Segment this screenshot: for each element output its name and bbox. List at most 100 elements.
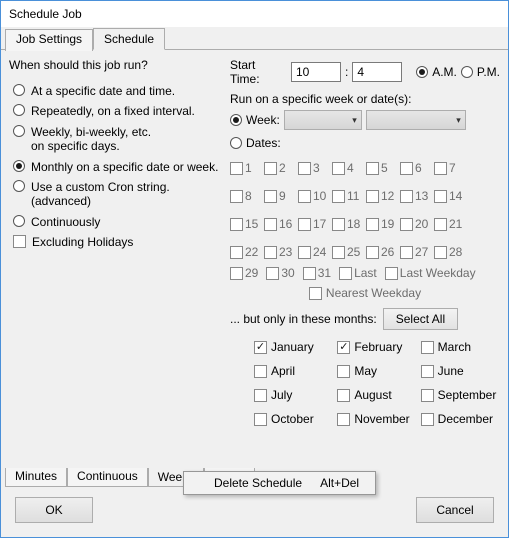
date-15[interactable]: 15 [230, 212, 264, 236]
date-29[interactable]: 29 [230, 266, 258, 280]
months-prefix: ... but only in these months: [230, 312, 377, 326]
checkbox-icon [366, 162, 379, 175]
dates-radio[interactable] [230, 137, 242, 149]
date-26[interactable]: 26 [366, 240, 400, 264]
start-hour-input[interactable] [291, 62, 341, 82]
option-weekly-label: Weekly, bi-weekly, etc. on specific days… [31, 125, 151, 154]
menu-delete-schedule[interactable]: Delete Schedule Alt+Del [184, 472, 375, 494]
menu-delete-shortcut: Alt+Del [320, 476, 359, 490]
date-1[interactable]: 1 [230, 156, 264, 180]
pm-radio[interactable] [461, 66, 473, 78]
date-7[interactable]: 7 [434, 156, 468, 180]
month-november[interactable]: November [337, 408, 416, 430]
checkbox-icon [266, 267, 279, 280]
week-radio[interactable] [230, 114, 242, 126]
month-december[interactable]: December [421, 408, 500, 430]
month-july[interactable]: July [254, 384, 333, 406]
checkbox-icon [298, 218, 311, 231]
date-14[interactable]: 14 [434, 184, 468, 208]
date-8[interactable]: 8 [230, 184, 264, 208]
date-13[interactable]: 13 [400, 184, 434, 208]
date-24[interactable]: 24 [298, 240, 332, 264]
radio-icon [13, 215, 25, 227]
date-18[interactable]: 18 [332, 212, 366, 236]
start-minute-input[interactable] [352, 62, 402, 82]
tab-schedule[interactable]: Schedule [93, 28, 165, 50]
checkbox-icon [400, 246, 413, 259]
week-day-combo[interactable]: ▾ [366, 110, 466, 130]
checkbox-icon [230, 190, 243, 203]
date-25[interactable]: 25 [332, 240, 366, 264]
radio-icon [13, 125, 25, 137]
date-4[interactable]: 4 [332, 156, 366, 180]
date-20[interactable]: 20 [400, 212, 434, 236]
month-october[interactable]: October [254, 408, 333, 430]
ok-button[interactable]: OK [15, 497, 93, 523]
checkbox-icon [264, 218, 277, 231]
checkbox-icon [421, 389, 434, 402]
month-march[interactable]: March [421, 336, 500, 358]
option-continuous[interactable]: Continuously [9, 215, 224, 229]
btab-continuous[interactable]: Continuous [67, 468, 148, 487]
excluding-holidays[interactable]: Excluding Holidays [9, 235, 224, 249]
date-9[interactable]: 9 [264, 184, 298, 208]
radio-icon [13, 160, 25, 172]
start-time-row: Start Time: : A.M. P.M. [230, 58, 500, 86]
date-5[interactable]: 5 [366, 156, 400, 180]
date-19[interactable]: 19 [366, 212, 400, 236]
checkbox-icon [298, 246, 311, 259]
checkbox-icon [434, 190, 447, 203]
excluding-holidays-label: Excluding Holidays [32, 235, 133, 249]
month-january[interactable]: January [254, 336, 333, 358]
checkbox-icon [254, 413, 267, 426]
date-17[interactable]: 17 [298, 212, 332, 236]
option-cron[interactable]: Use a custom Cron string. (advanced) [9, 180, 224, 209]
date-27[interactable]: 27 [400, 240, 434, 264]
date-16[interactable]: 16 [264, 212, 298, 236]
date-30[interactable]: 30 [266, 266, 294, 280]
checkbox-icon [264, 162, 277, 175]
date-2[interactable]: 2 [264, 156, 298, 180]
option-weekly[interactable]: Weekly, bi-weekly, etc. on specific days… [9, 125, 224, 154]
checkbox-icon [337, 341, 350, 354]
option-monthly[interactable]: Monthly on a specific date or week. [9, 160, 224, 174]
tab-job-settings[interactable]: Job Settings [5, 29, 93, 51]
date-28[interactable]: 28 [434, 240, 468, 264]
date-last-weekday[interactable]: Last Weekday [385, 266, 476, 280]
checkbox-icon [230, 246, 243, 259]
run-on-legend: Run on a specific week or date(s): [230, 92, 500, 106]
date-11[interactable]: 11 [332, 184, 366, 208]
month-february[interactable]: February [337, 336, 416, 358]
week-ordinal-combo[interactable]: ▾ [284, 110, 362, 130]
am-label: A.M. [432, 65, 457, 79]
date-31[interactable]: 31 [303, 266, 331, 280]
date-12[interactable]: 12 [366, 184, 400, 208]
btab-minutes[interactable]: Minutes [5, 468, 67, 487]
option-specific-label: At a specific date and time. [31, 84, 175, 98]
date-23[interactable]: 23 [264, 240, 298, 264]
nearest-weekday[interactable]: Nearest Weekday [230, 286, 500, 300]
checkbox-icon [400, 218, 413, 231]
month-may[interactable]: May [337, 360, 416, 382]
checkbox-icon [13, 235, 26, 248]
date-21[interactable]: 21 [434, 212, 468, 236]
option-repeated[interactable]: Repeatedly, on a fixed interval. [9, 104, 224, 118]
am-radio[interactable] [416, 66, 428, 78]
option-specific[interactable]: At a specific date and time. [9, 84, 224, 98]
date-3[interactable]: 3 [298, 156, 332, 180]
month-august[interactable]: August [337, 384, 416, 406]
select-all-button[interactable]: Select All [383, 308, 458, 330]
date-10[interactable]: 10 [298, 184, 332, 208]
nearest-weekday-label: Nearest Weekday [326, 286, 421, 300]
schedule-job-dialog: Schedule Job Job Settings Schedule When … [0, 0, 509, 538]
date-6[interactable]: 6 [400, 156, 434, 180]
option-monthly-label: Monthly on a specific date or week. [31, 160, 218, 174]
checkbox-icon [337, 365, 350, 378]
date-last[interactable]: Last [339, 266, 377, 280]
option-cron-label: Use a custom Cron string. (advanced) [31, 180, 170, 209]
cancel-button[interactable]: Cancel [416, 497, 494, 523]
date-22[interactable]: 22 [230, 240, 264, 264]
month-september[interactable]: September [421, 384, 500, 406]
month-april[interactable]: April [254, 360, 333, 382]
month-june[interactable]: June [421, 360, 500, 382]
